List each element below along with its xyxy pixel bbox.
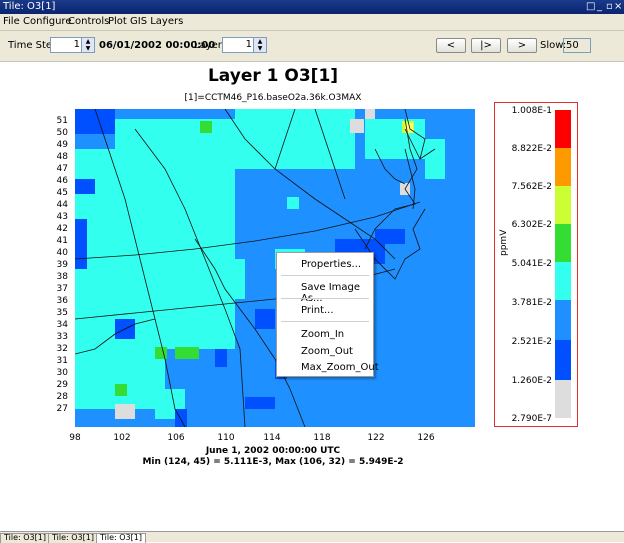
ozone-map[interactable]	[75, 109, 475, 427]
menu-separator	[281, 275, 369, 276]
y-tick: 28	[56, 392, 68, 402]
window-titlebar: Tile: O3[1] □ _ ▫ ×	[0, 0, 624, 14]
x-tick: 106	[167, 433, 185, 443]
menu-item-max-zoom-out[interactable]: Max_Zoom_Out	[301, 362, 379, 373]
x-tick: 98	[69, 433, 81, 443]
layer-value: 1	[245, 39, 252, 50]
time-step-spinner[interactable]: 1 ▲ ▼	[50, 37, 95, 53]
tab-tile[interactable]: Tile: O3[1]	[48, 533, 98, 543]
menu-item-save-image[interactable]: Save Image As...	[301, 282, 373, 304]
y-tick: 31	[56, 356, 68, 366]
spinner-arrows-icon[interactable]: ▲ ▼	[81, 38, 94, 52]
y-tick: 50	[56, 128, 68, 138]
toolbar: Time Step: 1 ▲ ▼ 06/01/2002 00:00:00 Laye…	[0, 31, 624, 62]
y-tick: 33	[56, 332, 68, 342]
y-tick: 39	[56, 260, 68, 270]
context-menu: Properties... Save Image As... Print... …	[276, 252, 379, 377]
slow-input[interactable]: 50	[563, 38, 591, 53]
legend-color-swatch	[555, 148, 571, 186]
legend-color-swatch	[555, 224, 571, 262]
window-title: Tile: O3[1]	[3, 1, 56, 12]
layer-label: Layer:	[194, 40, 226, 51]
minimize-icon[interactable]: _	[597, 0, 602, 14]
x-tick: 126	[417, 433, 435, 443]
legend-label: 3.781E-2	[511, 298, 552, 308]
legend-label: 5.041E-2	[511, 259, 552, 269]
menu-gis-layers[interactable]: GIS Layers	[130, 16, 183, 27]
prev-step-button[interactable]: <	[436, 38, 466, 53]
legend-unit: ppmV	[499, 229, 509, 256]
menu-item-zoom-in[interactable]: Zoom_In	[301, 329, 344, 340]
menu-item-zoom-out[interactable]: Zoom_Out	[301, 346, 353, 357]
y-tick: 38	[56, 272, 68, 282]
plot-subtitle: [1]=CCTM46_P16.baseO2a.36k.O3MAX	[184, 93, 362, 103]
layer-spinner[interactable]: 1 ▲ ▼	[222, 37, 267, 53]
close-icon[interactable]: ×	[614, 0, 622, 14]
spinner-arrows-icon[interactable]: ▲ ▼	[253, 38, 266, 52]
y-tick: 44	[56, 200, 68, 210]
y-tick: 36	[56, 296, 68, 306]
footer-date: June 1, 2002 00:00:00 UTC	[205, 446, 341, 456]
legend-label: 8.822E-2	[511, 144, 552, 154]
next-step-button[interactable]: >	[507, 38, 537, 53]
x-tick: 114	[263, 433, 281, 443]
footer-minmax: Min (124, 45) = 5.111E-3, Max (106, 32) …	[142, 457, 404, 467]
legend-label: 1.260E-2	[511, 376, 552, 386]
legend-label: 2.521E-2	[511, 337, 552, 347]
menu-bar: File Configure Controls Plot GIS Layers	[0, 14, 624, 31]
x-tick: 118	[313, 433, 331, 443]
restore-icon[interactable]: □	[586, 0, 595, 14]
y-tick: 37	[56, 284, 68, 294]
legend-color-swatch	[555, 186, 571, 224]
y-tick: 47	[56, 164, 68, 174]
legend-color-swatch	[555, 262, 571, 300]
legend-label: 7.562E-2	[511, 182, 552, 192]
menu-controls[interactable]: Controls	[68, 16, 109, 27]
tile-tabs: Tile: O3[1] Tile: O3[1] Tile: O3[1]	[0, 531, 624, 543]
y-tick: 43	[56, 212, 68, 222]
y-tick: 45	[56, 188, 68, 198]
y-tick: 27	[56, 404, 68, 414]
x-tick: 122	[367, 433, 385, 443]
menu-item-print[interactable]: Print...	[301, 305, 334, 316]
y-tick: 46	[56, 176, 68, 186]
y-tick: 40	[56, 248, 68, 258]
time-step-value: 1	[73, 39, 80, 50]
legend-label: 6.302E-2	[511, 220, 552, 230]
menu-file[interactable]: File	[3, 16, 20, 27]
tab-tile[interactable]: Tile: O3[1]	[0, 533, 50, 543]
legend-label: 2.790E-7	[511, 414, 552, 424]
legend-label: 1.008E-1	[511, 106, 552, 116]
legend-color-swatch	[555, 340, 571, 380]
menu-item-properties[interactable]: Properties...	[301, 259, 361, 270]
x-tick: 110	[217, 433, 235, 443]
y-tick: 51	[56, 116, 68, 126]
legend-color-swatch	[555, 110, 571, 148]
legend-color-swatch	[555, 380, 571, 418]
y-tick: 35	[56, 308, 68, 318]
y-tick: 32	[56, 344, 68, 354]
y-tick: 42	[56, 224, 68, 234]
y-tick: 29	[56, 380, 68, 390]
plot-title: Layer 1 O3[1]	[207, 66, 339, 86]
tab-tile-active[interactable]: Tile: O3[1]	[96, 533, 146, 543]
y-tick: 41	[56, 236, 68, 246]
menu-separator	[281, 298, 369, 299]
menu-plot[interactable]: Plot	[108, 16, 127, 27]
play-button[interactable]: |>	[471, 38, 501, 53]
x-tick: 102	[113, 433, 131, 443]
y-tick: 30	[56, 368, 68, 378]
y-tick: 48	[56, 152, 68, 162]
menu-separator	[281, 321, 369, 322]
menu-configure[interactable]: Configure	[23, 16, 71, 27]
maximize-icon[interactable]: ▫	[606, 0, 613, 14]
legend-color-swatch	[555, 300, 571, 340]
y-tick: 34	[56, 320, 68, 330]
y-tick: 49	[56, 140, 68, 150]
